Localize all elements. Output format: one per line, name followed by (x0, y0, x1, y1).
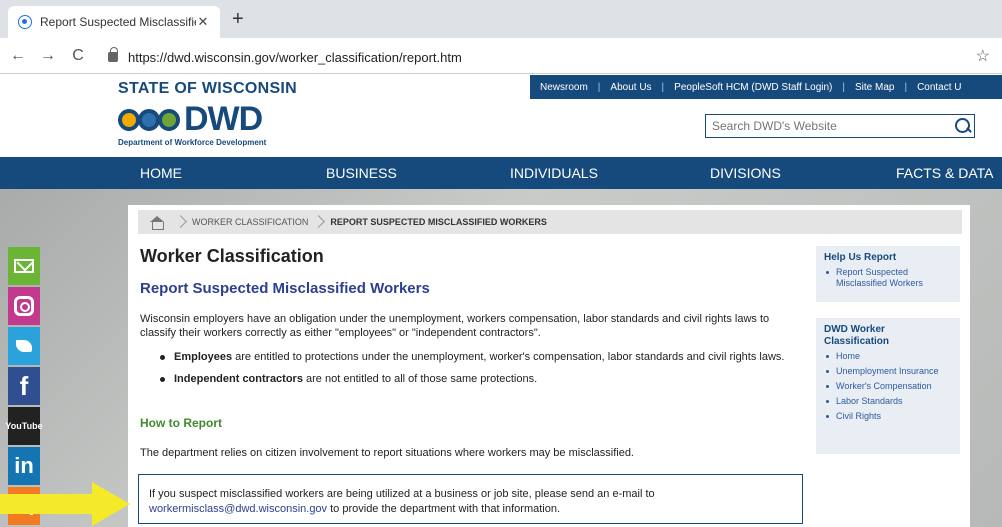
top-utility-nav: Newsroom | About Us | PeopleSoft HCM (DWD … (530, 75, 1002, 99)
favicon-icon (18, 15, 32, 29)
top-link-sitemap[interactable]: Site Map (845, 82, 904, 93)
back-button[interactable]: ← (6, 47, 30, 65)
callout-text: If you suspect misclassified workers are… (149, 488, 655, 500)
sidebar-item-labor-standards[interactable]: Labor Standards (824, 396, 952, 407)
page-subtitle: Report Suspected Misclassified Workers (140, 280, 430, 297)
logo-subtitle: Department of Workforce Development (118, 138, 267, 147)
term-text: are not entitled to all of those same pr… (302, 373, 538, 385)
arrow-annotation-icon (0, 482, 130, 526)
logo-circle-icon (158, 108, 180, 131)
list-item: Independent contractors are not entitled… (160, 372, 800, 386)
term-text: are entitled to protections under the un… (232, 351, 785, 363)
search-icon[interactable] (950, 115, 974, 137)
dwd-classification-box: DWD Worker Classification Home Unemploym… (816, 318, 960, 454)
breadcrumb-current: REPORT SUSPECTED MISCLASSIFIED WORKERS (330, 217, 547, 227)
url-text: https://dwd.wisconsin.gov/worker_classif… (128, 49, 462, 65)
breadcrumb-worker-classification[interactable]: WORKER CLASSIFICATION (192, 217, 308, 227)
nav-facts-data[interactable]: FACTS & DATA (896, 165, 994, 181)
facebook-icon: f (19, 370, 29, 401)
sidebar-item-report[interactable]: Report Suspected Misclassified Workers (824, 267, 952, 289)
nav-business[interactable]: BUSINESS (326, 165, 397, 181)
facebook-button[interactable]: f (8, 367, 40, 405)
mail-icon (14, 259, 34, 273)
youtube-button[interactable]: YouTube (5, 407, 43, 445)
address-bar[interactable]: https://dwd.wisconsin.gov/worker_classif… (108, 44, 988, 70)
close-tab-button[interactable]: ✕ (196, 14, 210, 30)
nav-individuals[interactable]: INDIVIDUALS (510, 165, 598, 181)
breadcrumb: WORKER CLASSIFICATION REPORT SUSPECTED M… (138, 210, 962, 234)
logo-circle-icon (138, 108, 160, 131)
help-title: Help Us Report (824, 252, 897, 263)
state-name[interactable]: STATE OF WISCONSIN (118, 80, 297, 98)
twitter-button[interactable] (8, 327, 40, 365)
twitter-icon (16, 340, 32, 352)
reload-button[interactable]: C (66, 47, 90, 65)
logo-text: DWD (184, 100, 263, 138)
top-link-about[interactable]: About Us (600, 82, 661, 93)
bookmark-star-icon[interactable]: ☆ (976, 46, 990, 66)
intro-paragraph: Wisconsin employers have an obligation u… (140, 313, 770, 339)
help-us-report-box: Help Us Report Report Suspected Misclass… (816, 246, 960, 302)
sidebar-item-unemployment[interactable]: Unemployment Insurance (824, 366, 952, 377)
logo-circle-icon (118, 108, 140, 131)
relies-paragraph: The department relies on citizen involve… (140, 447, 634, 459)
youtube-icon: YouTube (5, 421, 43, 431)
top-link-peoplesoft[interactable]: PeopleSoft HCM (DWD Staff Login) (664, 82, 842, 93)
forward-button[interactable]: → (36, 47, 60, 65)
new-tab-button[interactable]: + (232, 8, 244, 31)
sidebar-item-civil-rights[interactable]: Civil Rights (824, 411, 952, 422)
sidebar-item-home[interactable]: Home (824, 351, 952, 362)
search-input[interactable] (712, 119, 950, 133)
chevron-right-icon (176, 210, 186, 234)
main-nav: HOME BUSINESS INDIVIDUALS DIVISIONS FACT… (0, 157, 1002, 189)
dwd-title: DWD Worker Classification (824, 324, 890, 347)
report-callout: If you suspect misclassified workers are… (138, 474, 803, 524)
instagram-button[interactable] (8, 287, 40, 325)
list-item: Employees are entitled to protections un… (160, 350, 800, 364)
term: Employees (174, 351, 233, 363)
how-to-report-heading: How to Report (140, 416, 222, 430)
linkedin-icon: in (14, 453, 34, 478)
top-link-contact[interactable]: Contact U (907, 82, 971, 93)
browser-tabstrip: Report Suspected Misclassified W ✕ + (0, 0, 1002, 38)
top-link-newsroom[interactable]: Newsroom (530, 82, 598, 93)
page-title: Worker Classification (140, 246, 324, 266)
home-icon[interactable] (142, 210, 170, 234)
tab-title: Report Suspected Misclassified W (40, 15, 196, 29)
report-email-link[interactable]: workermisclass@dwd.wisconsin.gov (149, 503, 327, 515)
nav-home[interactable]: HOME (140, 165, 182, 181)
instagram-icon (14, 296, 34, 316)
site-search (705, 114, 975, 138)
sidebar-item-workers-comp[interactable]: Worker's Compensation (824, 381, 952, 392)
linkedin-button[interactable]: in (8, 447, 40, 485)
chevron-right-icon (314, 210, 324, 234)
protection-list: Employees are entitled to protections un… (160, 350, 800, 394)
email-share-button[interactable] (8, 247, 40, 285)
nav-divisions[interactable]: DIVISIONS (710, 165, 781, 181)
dwd-logo[interactable]: DWD (118, 100, 263, 139)
lock-icon (108, 47, 118, 62)
browser-tab[interactable]: Report Suspected Misclassified W ✕ (8, 6, 220, 38)
term: Independent contractors (174, 373, 303, 385)
callout-suffix: to provide the department with that info… (327, 503, 561, 515)
